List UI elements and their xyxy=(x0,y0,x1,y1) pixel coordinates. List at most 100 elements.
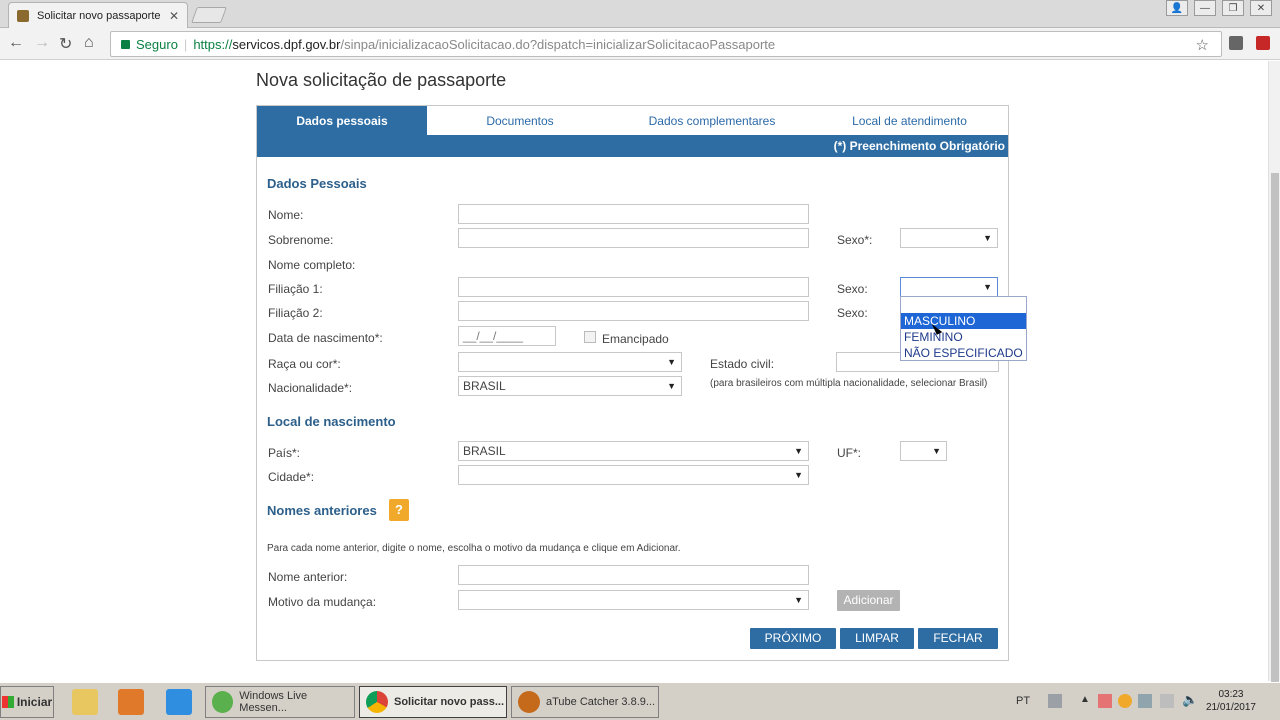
chevron-down-icon: ▼ xyxy=(667,357,676,367)
chevron-down-icon: ▼ xyxy=(794,446,803,456)
tab-title: Solicitar novo passaporte - xyxy=(37,9,163,22)
label-nome: Nome: xyxy=(268,208,304,222)
tab-local-atendimento[interactable]: Local de atendimento xyxy=(811,106,1008,135)
tray-expand-icon[interactable]: ▲ xyxy=(1080,694,1090,705)
atube-icon xyxy=(518,691,540,713)
chevron-down-icon: ▼ xyxy=(667,381,676,391)
start-label: Iniciar xyxy=(16,695,53,709)
chevron-down-icon: ▼ xyxy=(794,470,803,480)
sobrenome-input[interactable] xyxy=(458,228,809,248)
label-nome-completo: Nome completo: xyxy=(268,258,356,272)
taskbar-item-label: aTube Catcher 3.8.9... xyxy=(546,696,656,708)
volume-icon[interactable]: 🔈 xyxy=(1182,692,1198,708)
window-controls: 👤 — ❐ ✕ xyxy=(1166,0,1272,16)
nome-input[interactable] xyxy=(458,204,809,224)
messenger-icon xyxy=(212,691,234,713)
scrollbar-thumb[interactable] xyxy=(1271,173,1279,720)
close-window-icon[interactable]: ✕ xyxy=(1250,0,1272,16)
label-raca: Raça ou cor*: xyxy=(268,357,341,371)
taskbar-item-chrome[interactable]: Solicitar novo pass... xyxy=(359,686,507,718)
close-tab-icon[interactable]: ✕ xyxy=(169,9,179,23)
label-motivo: Motivo da mudança: xyxy=(268,595,377,609)
dropdown-option-nao-especificado[interactable]: NÃO ESPECIFICADO xyxy=(901,345,1026,361)
nacionalidade-note: (para brasileiros com múltipla nacionali… xyxy=(710,378,988,389)
sexo-select[interactable]: ▼ xyxy=(900,228,998,248)
limpar-button[interactable]: LIMPAR xyxy=(840,628,914,649)
label-uf: UF*: xyxy=(837,446,861,460)
user-icon[interactable]: 👤 xyxy=(1166,0,1188,16)
motivo-select[interactable]: ▼ xyxy=(458,590,809,610)
minimize-icon[interactable]: — xyxy=(1194,0,1216,16)
dropdown-option-blank[interactable] xyxy=(901,297,1026,313)
sexo-dropdown-list: MASCULINO FEMININO NÃO ESPECIFICADO xyxy=(900,296,1027,361)
extension-icon[interactable] xyxy=(1229,36,1243,50)
extension-icon-red[interactable] xyxy=(1256,36,1270,50)
browser-tabbar: Solicitar novo passaporte - ✕ 👤 — ❐ ✕ xyxy=(0,0,1280,28)
tab-documentos[interactable]: Documentos xyxy=(427,106,613,135)
address-bar[interactable]: Seguro | https://servicos.dpf.gov.br/sin… xyxy=(110,31,1222,57)
filiacao-1-input[interactable] xyxy=(458,277,809,297)
chrome-icon xyxy=(366,691,388,713)
taskbar-item-messenger[interactable]: Windows Live Messen... xyxy=(205,686,355,718)
label-cidade: Cidade*: xyxy=(268,470,315,484)
cidade-select[interactable]: ▼ xyxy=(458,465,809,485)
chevron-down-icon: ▼ xyxy=(932,446,941,456)
pais-value: BRASIL xyxy=(463,444,506,458)
taskbar: Iniciar Windows Live Messen... Solicitar… xyxy=(0,682,1280,720)
help-icon[interactable]: ? xyxy=(389,499,409,521)
dropdown-option-feminino[interactable]: FEMININO xyxy=(901,329,1026,345)
fechar-button[interactable]: FECHAR xyxy=(918,628,998,649)
internet-explorer-icon[interactable] xyxy=(166,689,192,715)
browser-toolbar: ← → ↻ ⌂ Seguro | https://servicos.dpf.go… xyxy=(0,28,1280,60)
taskbar-item-label: Solicitar novo pass... xyxy=(394,696,505,708)
raca-select[interactable]: ▼ xyxy=(458,352,682,372)
home-icon[interactable]: ⌂ xyxy=(84,34,94,52)
keyboard-icon[interactable] xyxy=(1048,694,1062,708)
label-nome-anterior: Nome anterior: xyxy=(268,570,348,584)
label-emancipado: Emancipado xyxy=(602,332,669,346)
folder-icon[interactable] xyxy=(72,689,98,715)
url-path: /sinpa/inicializacaoSolicitacao.do?dispa… xyxy=(340,36,776,52)
page-scrollbar[interactable] xyxy=(1268,61,1280,720)
bookmark-star-icon[interactable]: ☆ xyxy=(1196,36,1209,54)
nome-anterior-input[interactable] xyxy=(458,565,809,585)
tray-app-icon-2[interactable] xyxy=(1118,694,1132,708)
clock[interactable]: 03:23 21/01/2017 xyxy=(1206,688,1256,714)
proximo-button[interactable]: PRÓXIMO xyxy=(750,628,836,649)
url-protocol: https:// xyxy=(193,36,233,52)
tray-app-icon[interactable] xyxy=(1098,694,1112,708)
address-separator: | xyxy=(183,36,188,52)
new-tab-button[interactable] xyxy=(191,7,227,23)
site-favicon-icon xyxy=(17,9,29,22)
media-player-icon[interactable] xyxy=(118,689,144,715)
usb-icon[interactable] xyxy=(1138,694,1152,708)
emancipado-checkbox[interactable] xyxy=(584,331,596,343)
browser-tab[interactable]: Solicitar novo passaporte - ✕ xyxy=(8,2,188,28)
pais-select[interactable]: BRASIL ▼ xyxy=(458,441,809,461)
nacionalidade-select[interactable]: BRASIL ▼ xyxy=(458,376,682,396)
system-tray: PT ▲ 🔈 03:23 21/01/2017 xyxy=(1010,686,1280,718)
taskbar-item-atube[interactable]: aTube Catcher 3.8.9... xyxy=(511,686,659,718)
clock-date: 21/01/2017 xyxy=(1205,702,1256,713)
label-filiacao-1: Filiação 1: xyxy=(268,282,323,296)
taskbar-item-label: Windows Live Messen... xyxy=(239,690,308,714)
sexo-filiacao-1-select[interactable]: ▼ xyxy=(900,277,998,297)
section-local-nascimento: Local de nascimento xyxy=(267,414,396,429)
data-nascimento-input[interactable]: __/__/____ xyxy=(458,326,556,346)
start-button[interactable]: Iniciar xyxy=(0,686,54,718)
reload-icon[interactable]: ↻ xyxy=(59,34,72,54)
label-pais: País*: xyxy=(268,446,301,460)
language-indicator[interactable]: PT xyxy=(1016,695,1030,707)
uf-select[interactable]: ▼ xyxy=(900,441,947,461)
tab-dados-pessoais[interactable]: Dados pessoais xyxy=(257,106,427,135)
network-icon[interactable] xyxy=(1160,694,1174,708)
back-icon[interactable]: ← xyxy=(8,34,24,52)
filiacao-2-input[interactable] xyxy=(458,301,809,321)
label-estado-civil: Estado civil: xyxy=(710,357,775,371)
forward-icon[interactable]: → xyxy=(34,34,50,52)
adicionar-button[interactable]: Adicionar xyxy=(837,590,900,611)
restore-icon[interactable]: ❐ xyxy=(1222,0,1244,16)
chevron-down-icon: ▼ xyxy=(983,282,992,292)
dropdown-option-masculino[interactable]: MASCULINO xyxy=(901,313,1026,329)
tab-dados-complementares[interactable]: Dados complementares xyxy=(613,106,811,135)
